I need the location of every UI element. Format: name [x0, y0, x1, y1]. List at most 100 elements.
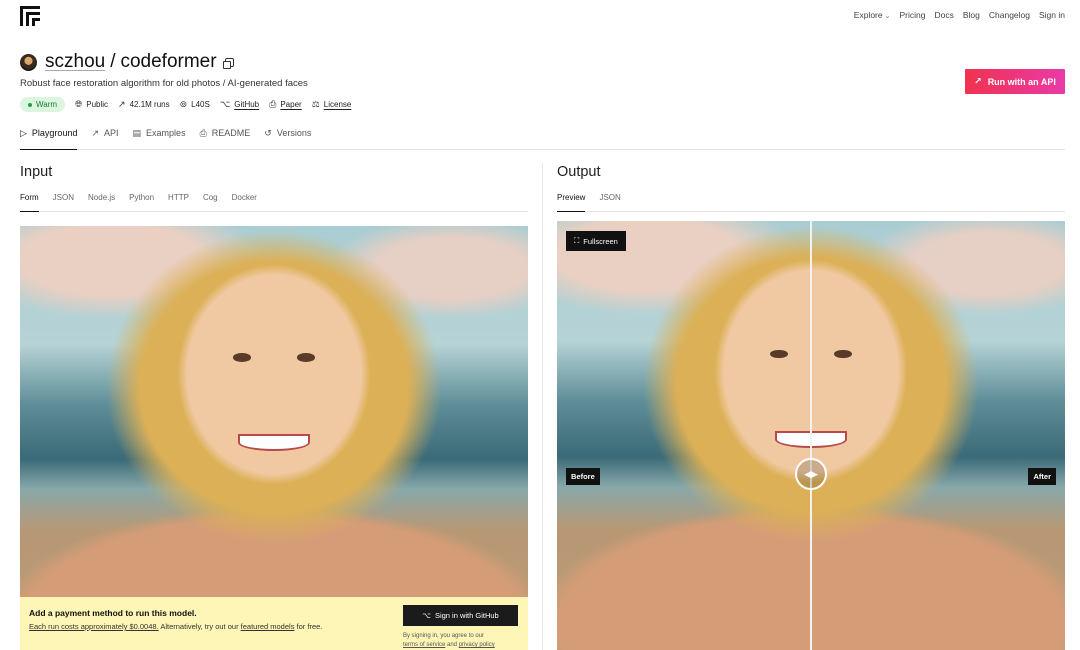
- rocket-icon: ↗: [974, 76, 982, 86]
- owner-link[interactable]: sczhou: [45, 51, 105, 73]
- play-icon: ▷: [20, 128, 27, 138]
- github-link[interactable]: ⌥ GitHub: [220, 100, 259, 110]
- github-icon: ⌥: [219, 99, 231, 110]
- document-icon: ⎙: [269, 99, 277, 110]
- nav-docs[interactable]: Docs: [934, 10, 953, 20]
- nav-sign-in[interactable]: Sign in: [1039, 10, 1065, 20]
- payment-banner: Add a payment method to run this model. …: [20, 597, 528, 650]
- subtab-nodejs[interactable]: Node.js: [88, 193, 115, 212]
- chip-icon: ⊚: [179, 99, 188, 110]
- nav-explore-label: Explore: [853, 10, 883, 20]
- github-label: GitHub: [234, 100, 260, 109]
- nav-pricing[interactable]: Pricing: [900, 10, 926, 20]
- status-dot-icon: [28, 102, 32, 107]
- panel-divider: [542, 163, 543, 650]
- model-meta: Warm 🌐︎ Public ↗ 42.1M runs ⊚ L40S ⌥ GitHub …: [20, 97, 351, 112]
- tab-versions[interactable]: ↺ Versions: [264, 128, 311, 150]
- document-icon: ⎙: [199, 128, 207, 138]
- hardware: ⊚ L40S: [180, 100, 210, 110]
- model-title: sczhou / codeformer: [20, 51, 234, 73]
- subtab-python[interactable]: Python: [129, 193, 154, 212]
- tab-examples-label: Examples: [146, 128, 186, 138]
- top-nav: Explore ⌄ Pricing Docs Blog Changelog Sig…: [0, 0, 1080, 34]
- replicate-logo-icon[interactable]: [20, 6, 40, 26]
- tab-api-label: API: [104, 128, 119, 138]
- rocket-icon: ↗: [118, 99, 126, 110]
- tab-readme[interactable]: ⎙ README: [200, 128, 251, 150]
- face-smile: [238, 433, 310, 451]
- github-icon: ⌥: [422, 611, 431, 620]
- model-description: Robust face restoration algorithm for ol…: [20, 78, 308, 89]
- banner-text: Each run costs approximately $0.0048. Al…: [29, 622, 322, 631]
- banner-alt-prefix: Alternatively, try out our: [158, 622, 241, 631]
- history-icon: ↺: [264, 128, 272, 138]
- tab-api[interactable]: ↗ API: [91, 128, 118, 150]
- terms-prefix: By signing in, you agree to our: [403, 633, 485, 639]
- input-subtabs: Form JSON Node.js Python HTTP Cog Docker: [20, 193, 528, 212]
- scale-icon: ⚖: [311, 99, 320, 110]
- sign-in-github-button[interactable]: ⌥ Sign in with GitHub: [403, 605, 518, 626]
- subtab-output-json[interactable]: JSON: [599, 193, 620, 212]
- run-count: ↗ 42.1M runs: [118, 100, 170, 110]
- tab-examples[interactable]: ▤ Examples: [133, 128, 186, 150]
- nav-links: Explore ⌄ Pricing Docs Blog Changelog Sig…: [854, 10, 1065, 20]
- fullscreen-button[interactable]: ⛶ Fullscreen: [566, 231, 626, 251]
- after-label: After: [1028, 468, 1056, 485]
- tab-versions-label: Versions: [276, 128, 312, 138]
- terms-notice: By signing in, you agree to our terms of…: [403, 632, 495, 650]
- compare-slider-line[interactable]: [810, 221, 812, 650]
- nav-explore[interactable]: Explore ⌄: [854, 10, 891, 20]
- visibility: 🌐︎ Public: [75, 100, 108, 110]
- rocket-icon: ↗: [91, 128, 100, 138]
- input-image[interactable]: [20, 226, 528, 650]
- subtab-http[interactable]: HTTP: [168, 193, 189, 212]
- input-title: Input: [20, 164, 53, 180]
- fullscreen-label: Fullscreen: [583, 236, 618, 246]
- globe-icon: 🌐︎: [75, 99, 83, 110]
- subtab-preview[interactable]: Preview: [557, 193, 586, 212]
- license-label: License: [323, 100, 352, 109]
- face-eyes: [233, 353, 315, 362]
- copy-icon[interactable]: [222, 57, 234, 69]
- tab-playground-label: Playground: [31, 128, 78, 138]
- before-label: Before: [566, 468, 600, 485]
- chevron-down-icon: ⌄: [884, 13, 891, 20]
- privacy-link[interactable]: privacy policy: [459, 642, 495, 648]
- featured-models-link[interactable]: featured models: [241, 622, 295, 631]
- nav-blog[interactable]: Blog: [963, 10, 980, 20]
- title-separator: /: [110, 51, 116, 72]
- examples-icon: ▤: [132, 128, 142, 138]
- subtab-docker[interactable]: Docker: [232, 193, 257, 212]
- run-with-api-button[interactable]: ↗ Run with an API: [965, 69, 1065, 94]
- run-count-label: 42.1M runs: [129, 100, 170, 109]
- output-subtabs: Preview JSON: [557, 193, 1065, 212]
- terms-link[interactable]: terms of service: [403, 642, 445, 648]
- status-label: Warm: [36, 100, 58, 109]
- subtab-json[interactable]: JSON: [53, 193, 74, 212]
- banner-alt-suffix: for free.: [294, 622, 323, 631]
- output-image-compare[interactable]: ⛶ Fullscreen ◀▶ Before After: [557, 221, 1065, 650]
- arrows-left-right-icon: ◀▶: [804, 468, 818, 479]
- cost-link[interactable]: Each run costs approximately $0.0048.: [29, 622, 159, 631]
- tab-playground[interactable]: ▷ Playground: [20, 128, 78, 150]
- paper-link[interactable]: ⎙ Paper: [269, 100, 302, 110]
- banner-title: Add a payment method to run this model.: [29, 608, 197, 618]
- sign-in-github-label: Sign in with GitHub: [434, 611, 499, 620]
- model-name: codeformer: [120, 51, 217, 72]
- subtab-form[interactable]: Form: [20, 193, 39, 212]
- license-link[interactable]: ⚖ License: [312, 100, 352, 110]
- terms-and: and: [445, 642, 459, 648]
- subtab-cog[interactable]: Cog: [203, 193, 218, 212]
- visibility-label: Public: [86, 100, 109, 109]
- status-badge: Warm: [20, 97, 66, 112]
- output-title: Output: [557, 164, 601, 180]
- model-tabs: ▷ Playground ↗ API ▤ Examples ⎙ README ↺ Vers…: [20, 128, 1065, 150]
- nav-changelog[interactable]: Changelog: [989, 10, 1030, 20]
- run-with-api-label: Run with an API: [987, 76, 1056, 87]
- tab-readme-label: README: [211, 128, 251, 138]
- fullscreen-icon: ⛶: [574, 236, 580, 245]
- avatar[interactable]: [20, 53, 37, 71]
- paper-label: Paper: [280, 100, 302, 109]
- hardware-label: L40S: [191, 100, 210, 109]
- compare-slider-handle[interactable]: ◀▶: [795, 458, 827, 490]
